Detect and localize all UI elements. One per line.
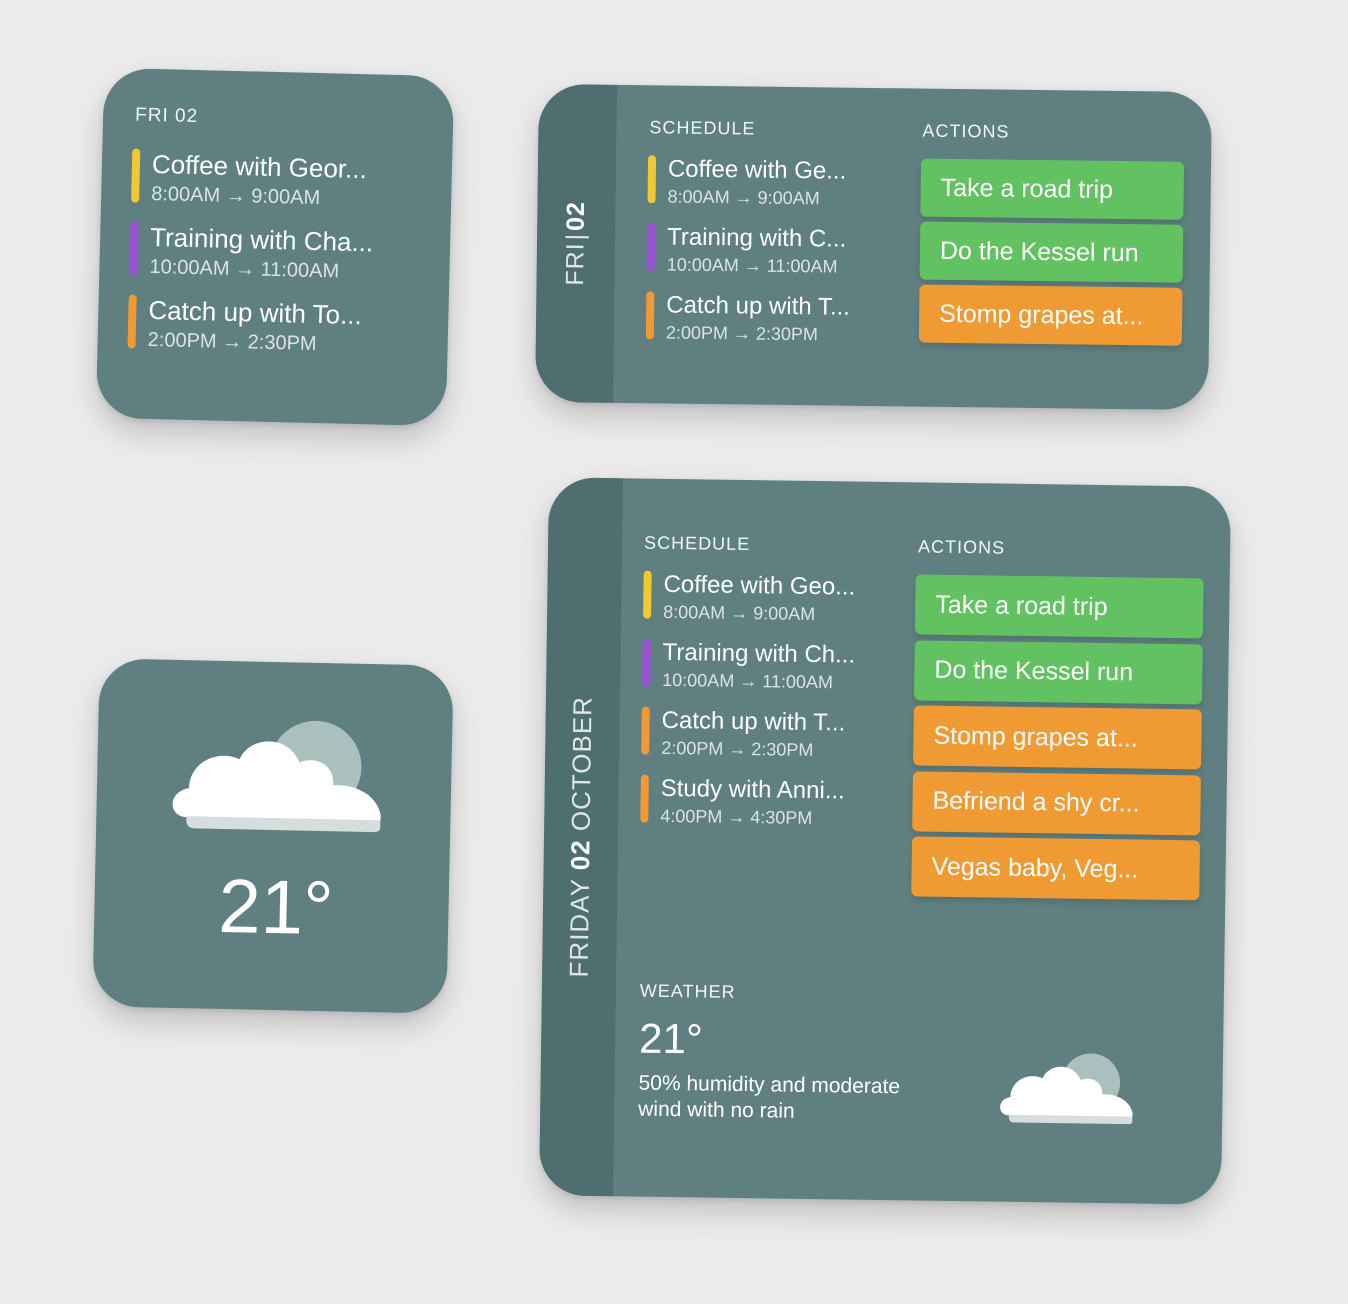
strip-date-label: FRIDAY 02 OCTOBER <box>563 695 598 978</box>
event-color-bar <box>640 774 649 823</box>
event-color-bar <box>129 221 139 276</box>
large-schedule-widget[interactable]: FRIDAY 02 OCTOBER SCHEDULE ACTIONS Coffe… <box>539 477 1231 1205</box>
event-title: Catch up with T... <box>666 291 851 321</box>
event-time: 10:00AM → 11:00AM <box>662 669 834 693</box>
weather-header: WEATHER <box>639 980 736 1002</box>
event-time: 8:00AM → 9:00AM <box>667 186 820 209</box>
action-button[interactable]: Stomp grapes at... <box>913 705 1202 770</box>
action-button[interactable]: Befriend a shy cr... <box>912 770 1201 835</box>
schedule-header: SCHEDULE <box>644 532 751 555</box>
event-time: 8:00AM → 9:00AM <box>663 601 816 625</box>
event-item[interactable]: Study with Anni... 4:00PM → 4:30PM <box>640 774 845 830</box>
event-title: Catch up with To... <box>148 294 363 331</box>
action-button[interactable]: Vegas baby, Veg... <box>911 836 1201 901</box>
partly-cloudy-icon <box>166 712 389 842</box>
small-schedule-widget[interactable]: FRI 02 Coffee with Geor... 8:00AM → 9:00A… <box>95 67 455 427</box>
event-color-bar <box>642 638 651 687</box>
event-color-bar <box>131 148 141 203</box>
event-color-bar <box>645 291 655 340</box>
date-strip: FRIDAY 02 OCTOBER <box>539 477 624 1197</box>
actions-header: ACTIONS <box>922 120 1010 142</box>
schedule-header: SCHEDULE <box>649 117 756 139</box>
date-strip: FRI|02 <box>535 83 617 403</box>
small-date-label: FRI 02 <box>134 104 199 128</box>
event-item[interactable]: Coffee with Ge... 8:00AM → 9:00AM <box>647 155 846 209</box>
event-color-bar <box>643 570 652 619</box>
weather-temperature: 21° <box>638 1014 704 1063</box>
event-color-bar <box>646 223 656 272</box>
event-color-bar <box>127 294 137 349</box>
event-item[interactable]: Catch up with T... 2:00PM → 2:30PM <box>641 706 846 762</box>
strip-date-label: FRI|02 <box>561 200 591 286</box>
actions-header: ACTIONS <box>917 536 1006 558</box>
action-button[interactable]: Do the Kessel run <box>913 639 1203 704</box>
medium-schedule-widget[interactable]: FRI|02 SCHEDULE ACTIONS Coffee with Ge..… <box>535 83 1212 411</box>
event-item[interactable]: Catch up with T... 2:00PM → 2:30PM <box>645 291 851 345</box>
event-title: Training with Ch... <box>662 638 856 669</box>
event-item[interactable]: Catch up with To... 2:00PM → 2:30PM <box>127 294 362 357</box>
action-button[interactable]: Stomp grapes at... <box>918 284 1183 346</box>
partly-cloudy-icon <box>996 1048 1137 1133</box>
event-item[interactable]: Coffee with Geo... 8:00AM → 9:00AM <box>643 570 856 626</box>
event-item[interactable]: Training with Cha... 10:00AM → 11:00AM <box>129 221 374 284</box>
event-time: 2:00PM → 2:30PM <box>147 328 317 356</box>
action-button[interactable]: Do the Kessel run <box>919 221 1184 283</box>
event-color-bar <box>641 706 650 755</box>
event-title: Coffee with Geor... <box>151 148 368 185</box>
event-item[interactable]: Training with Ch... 10:00AM → 11:00AM <box>642 638 856 694</box>
event-title: Training with Cha... <box>149 221 374 258</box>
event-item[interactable]: Coffee with Geor... 8:00AM → 9:00AM <box>131 148 367 211</box>
event-item[interactable]: Training with C... 10:00AM → 11:00AM <box>646 223 847 277</box>
event-title: Training with C... <box>666 223 847 253</box>
temperature-label: 21° <box>217 863 335 952</box>
action-button[interactable]: Take a road trip <box>920 158 1185 220</box>
event-time: 10:00AM → 11:00AM <box>149 255 340 283</box>
event-color-bar <box>647 155 657 204</box>
weather-widget[interactable]: 21° <box>92 658 454 1014</box>
weather-description: 50% humidity and moderate wind with no r… <box>638 1071 901 1123</box>
event-title: Coffee with Geo... <box>663 570 856 601</box>
event-time: 2:00PM → 2:30PM <box>665 322 819 345</box>
event-time: 8:00AM → 9:00AM <box>150 182 321 210</box>
event-title: Catch up with T... <box>661 706 846 737</box>
event-title: Coffee with Ge... <box>667 155 847 185</box>
event-time: 10:00AM → 11:00AM <box>666 254 838 277</box>
action-button[interactable]: Take a road trip <box>914 574 1204 639</box>
event-time: 4:00PM → 4:30PM <box>660 805 813 828</box>
event-title: Study with Anni... <box>660 774 845 805</box>
event-time: 2:00PM → 2:30PM <box>661 737 814 760</box>
